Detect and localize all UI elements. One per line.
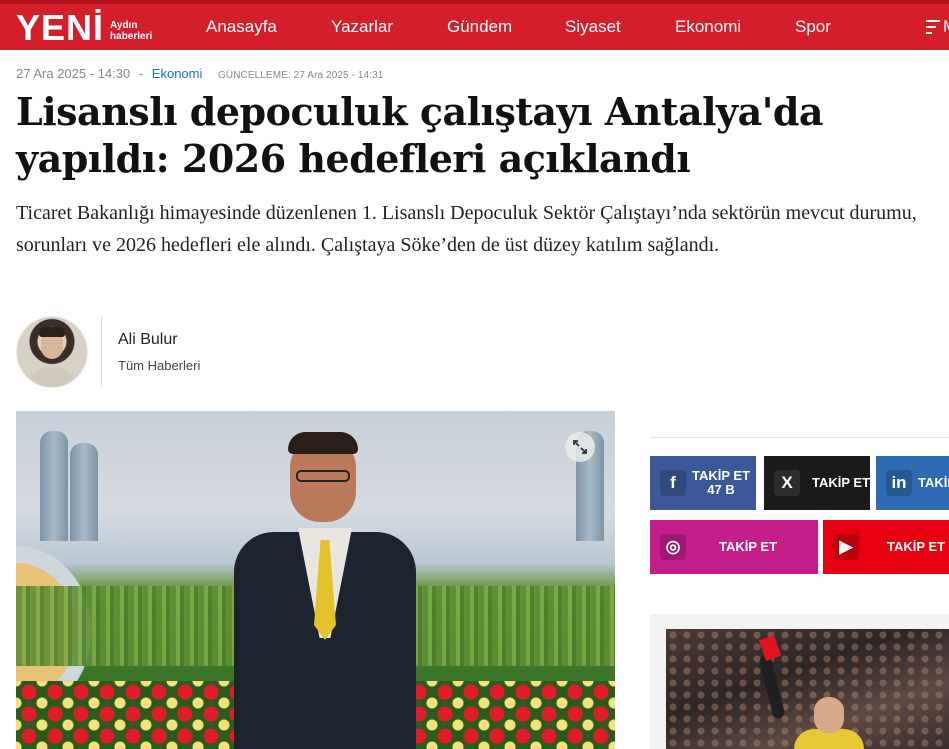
- linkedin-follow-label: TAKİP ET: [918, 475, 949, 490]
- article-meta: 27 Ara 2025 - 14:30 - Ekonomi GÜNCELLEME…: [16, 66, 383, 81]
- youtube-follow-label: TAKİP ET: [887, 539, 946, 554]
- logo-subtitle-line2: haberleri: [110, 31, 153, 42]
- author-avatar[interactable]: [16, 316, 88, 388]
- nav-item-anasayfa[interactable]: Anasayfa: [206, 17, 277, 37]
- facebook-follow-button[interactable]: f TAKİP ET 47 B: [650, 456, 756, 510]
- linkedin-icon: in: [886, 470, 912, 496]
- nav-item-siyaset[interactable]: Siyaset: [565, 17, 621, 37]
- youtube-icon: ▶: [833, 534, 859, 560]
- x-icon: X: [774, 470, 800, 496]
- expand-icon[interactable]: [565, 432, 595, 462]
- x-follow-button[interactable]: X TAKİP ET: [764, 456, 870, 510]
- author-all-news-link[interactable]: Tüm Haberleri: [118, 358, 200, 373]
- meta-separator: -: [138, 66, 144, 81]
- author-divider: [101, 316, 102, 386]
- article-title: Lisanslı depoculuk çalıştayı Antalya'da …: [16, 89, 824, 181]
- site-header: YENİ Aydın haberleri Anasayfa Yazarlar G…: [0, 0, 949, 50]
- site-logo[interactable]: YENİ Aydın haberleri: [16, 8, 152, 48]
- article-main-image[interactable]: [16, 411, 615, 749]
- youtube-follow-button[interactable]: ▶ TAKİP ET: [823, 520, 949, 574]
- facebook-follower-count: 47 B: [707, 482, 735, 497]
- instagram-follow-button[interactable]: ◎ TAKİP ET: [650, 520, 818, 574]
- logo-wordmark: YENİ: [16, 7, 105, 48]
- sidebar-divider: [650, 437, 949, 438]
- publish-date: 27 Ara 2025 - 14:30: [16, 66, 131, 81]
- instagram-icon: ◎: [660, 534, 686, 560]
- update-date: GÜNCELLEME: 27 Ara 2025 - 14:31: [218, 70, 384, 81]
- related-news-card[interactable]: [650, 614, 949, 749]
- nav-item-ekonomi[interactable]: Ekonomi: [675, 17, 741, 37]
- menu-button[interactable]: M: [922, 17, 949, 37]
- facebook-icon: f: [660, 470, 686, 496]
- hamburger-icon: [926, 20, 940, 38]
- category-link[interactable]: Ekonomi: [152, 66, 203, 81]
- x-follow-label: TAKİP ET: [812, 475, 870, 490]
- linkedin-follow-button[interactable]: in TAKİP ET: [876, 456, 949, 510]
- logo-subtitle: Aydın haberleri: [110, 20, 152, 42]
- author-name[interactable]: Ali Bulur: [118, 331, 178, 349]
- nav-item-gundem[interactable]: Gündem: [447, 17, 512, 37]
- menu-label: M: [943, 17, 949, 37]
- facebook-follow-label: TAKİP ET: [692, 468, 751, 483]
- nav-item-yazarlar[interactable]: Yazarlar: [331, 17, 393, 37]
- article-summary: Ticaret Bakanlığı himayesinde düzenlenen…: [16, 202, 917, 256]
- nav-item-spor[interactable]: Spor: [795, 17, 831, 37]
- instagram-follow-label: TAKİP ET: [719, 539, 778, 554]
- related-news-image[interactable]: [666, 629, 949, 749]
- logo-subtitle-line1: Aydın: [110, 20, 138, 31]
